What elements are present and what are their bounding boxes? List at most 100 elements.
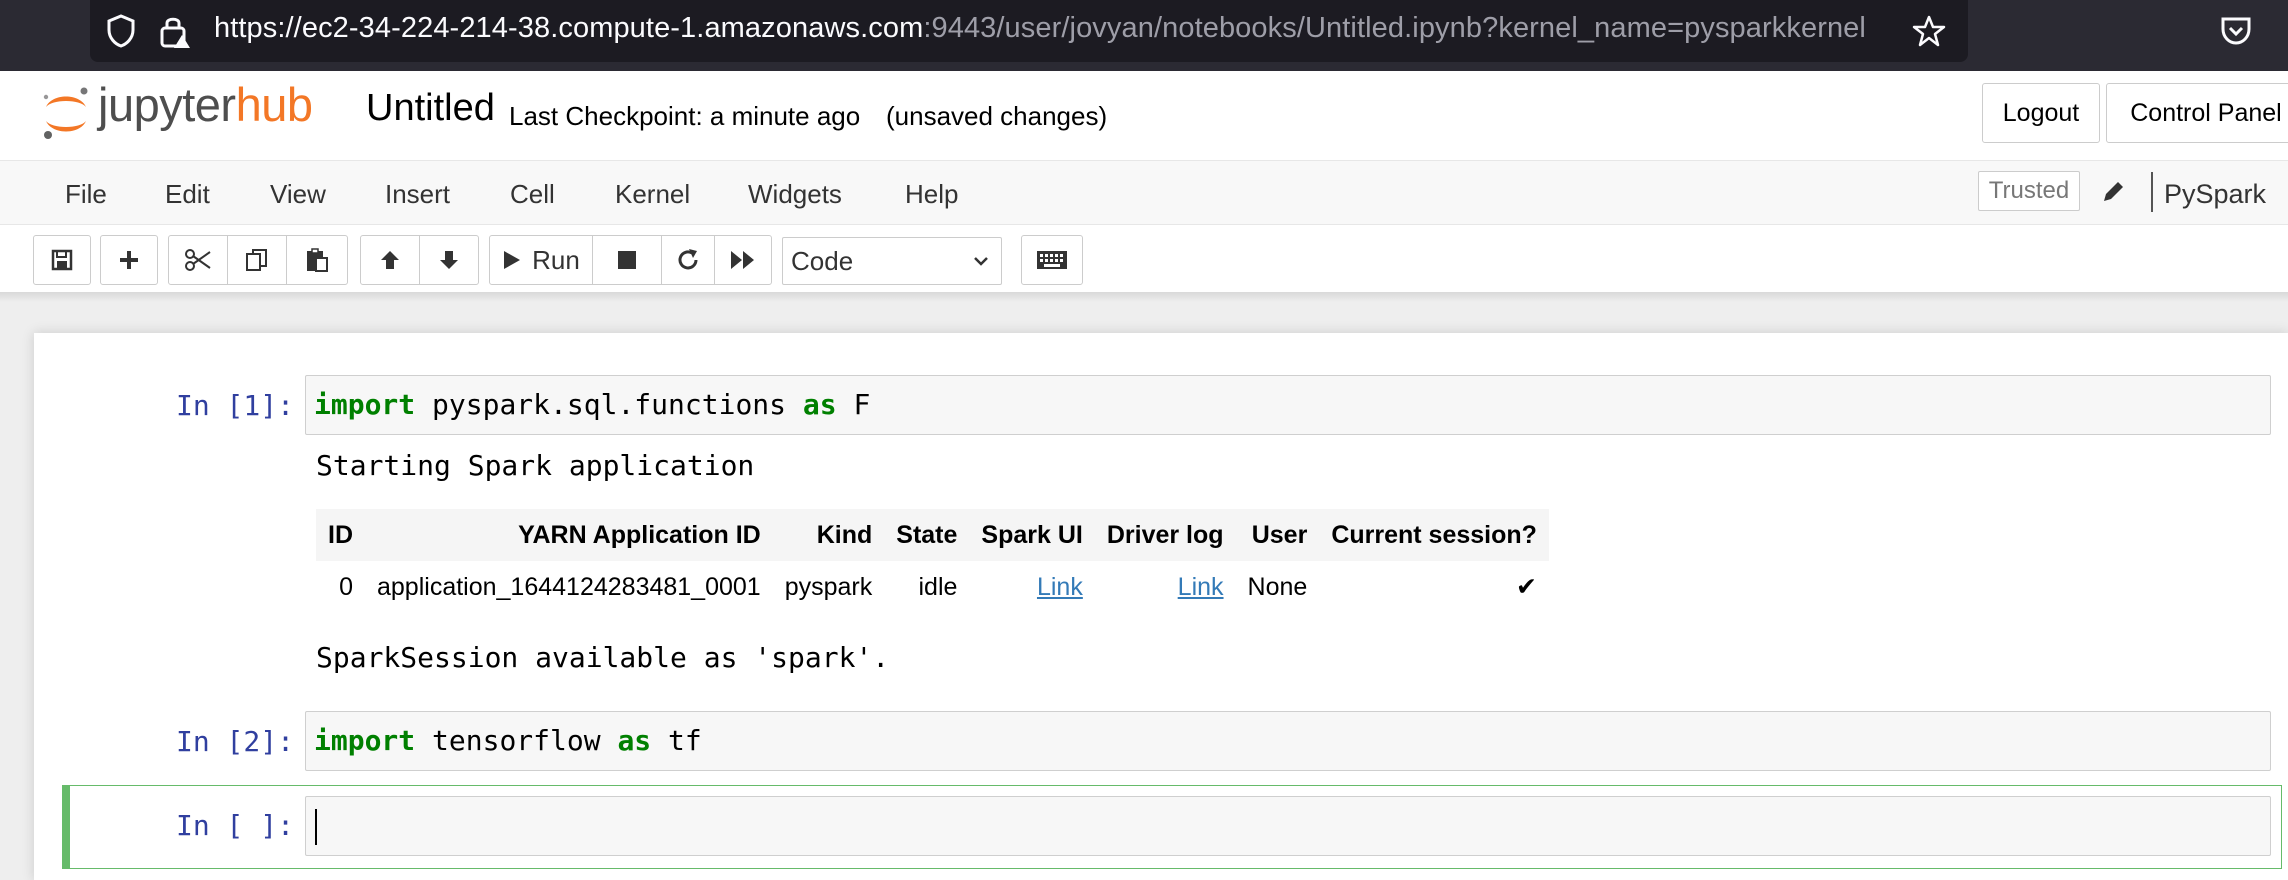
paste-button[interactable] (286, 235, 348, 285)
fast-forward-icon (731, 251, 754, 269)
spark-session-output: SparkSession available as 'spark'. (316, 641, 890, 674)
lock-warning-icon[interactable] (158, 13, 192, 49)
cell-2-prompt: In [2]: (175, 725, 294, 758)
col-yarn-id: YARN Application ID (365, 509, 773, 561)
kernel-name[interactable]: PySpark (2164, 179, 2266, 210)
restart-kernel-button[interactable] (661, 235, 715, 285)
col-state: State (884, 509, 970, 561)
logo-hub-text: hub (235, 78, 313, 131)
cell-type-select[interactable]: Code (782, 237, 1002, 285)
cell-2-input[interactable]: import tensorflow as tf (305, 711, 2271, 771)
logo-jupyter-text: jupyter (98, 78, 236, 131)
play-icon (504, 251, 521, 269)
save-icon (51, 249, 73, 271)
run-button[interactable]: Run (489, 235, 593, 285)
move-down-button[interactable] (419, 235, 479, 285)
plus-icon (120, 251, 138, 269)
jupyterhub-wordmark[interactable]: jupyterhub (98, 77, 313, 132)
copy-icon (246, 249, 267, 271)
notebook-container: In [1]: import pyspark.sql.functions as … (34, 333, 2288, 880)
control-panel-button[interactable]: Control Panel (2106, 83, 2288, 143)
keyword-as: as (617, 724, 652, 757)
menu-file[interactable]: File (65, 179, 107, 210)
interrupt-button[interactable] (592, 235, 662, 285)
menu-view[interactable]: View (270, 179, 326, 210)
cell-user: None (1247, 572, 1308, 601)
col-user: User (1235, 509, 1320, 561)
cell-3-prompt: In [ ]: (175, 809, 294, 842)
url-path: :9443/user/jovyan/notebooks/Untitled.ipy… (923, 12, 1866, 44)
cell-type-value: Code (791, 245, 854, 276)
cell-1-prompt: In [1]: (175, 389, 294, 422)
cell-1-code: import pyspark.sql.functions as F (314, 388, 870, 421)
restart-run-all-button[interactable] (714, 235, 772, 285)
current-session-check: ✔ (1515, 573, 1537, 601)
paste-icon (307, 248, 328, 272)
move-up-button[interactable] (360, 235, 420, 285)
menu-insert[interactable]: Insert (385, 179, 450, 210)
keyword-import: import (314, 388, 416, 421)
spark-start-output: Starting Spark application (316, 449, 755, 482)
chevron-down-icon (974, 257, 988, 266)
browser-toolbar: https://ec2-34-224-214-38.compute-1.amaz… (0, 0, 2288, 71)
keyword-import: import (314, 724, 416, 757)
code-alias: tf (651, 724, 702, 757)
col-driver-log: Driver log (1094, 509, 1236, 561)
restart-icon (678, 249, 698, 270)
menu-help[interactable]: Help (905, 179, 958, 210)
table-header-row: ID YARN Application ID Kind State Spark … (316, 509, 1549, 561)
pocket-icon[interactable] (2220, 16, 2252, 46)
trusted-indicator[interactable]: Trusted (1978, 171, 2080, 211)
code-module: pyspark.sql.functions (415, 388, 803, 421)
cell-1-input[interactable]: import pyspark.sql.functions as F (305, 375, 2271, 435)
cell-state: idle (918, 572, 958, 601)
driver-log-link[interactable]: Link (1178, 573, 1224, 601)
url-text[interactable]: https://ec2-34-224-214-38.compute-1.amaz… (214, 12, 1866, 45)
menu-cell[interactable]: Cell (510, 179, 555, 210)
arrow-up-icon (381, 251, 399, 269)
menu-widgets[interactable]: Widgets (748, 179, 842, 210)
command-palette-button[interactable] (1021, 235, 1083, 285)
jupyter-header: jupyterhub Untitled Last Checkpoint: a m… (0, 71, 2288, 161)
keyboard-icon (1037, 251, 1067, 269)
toolbar-shadow (0, 292, 2288, 302)
copy-button[interactable] (227, 235, 287, 285)
spark-ui-link[interactable]: Link (1037, 573, 1083, 601)
last-checkpoint: Last Checkpoint: a minute ago (509, 101, 861, 131)
menubar: File Edit View Insert Cell Kernel Widget… (0, 161, 2288, 225)
unsaved-changes: (unsaved changes) (886, 101, 1108, 131)
keyword-as: as (802, 388, 837, 421)
stop-icon (618, 251, 636, 269)
cut-button[interactable] (168, 235, 228, 285)
insert-cell-button[interactable] (100, 235, 158, 285)
cell-yarn-id: application_1644124283481_0001 (377, 572, 761, 601)
col-current-session: Current session? (1319, 509, 1549, 561)
menu-kernel[interactable]: Kernel (615, 179, 690, 210)
cell-id: 0 (339, 572, 353, 601)
save-button[interactable] (33, 235, 91, 285)
cell-2-code: import tensorflow as tf (314, 724, 702, 757)
jupyter-logo-icon[interactable] (40, 83, 92, 145)
scissors-icon (185, 249, 211, 271)
text-cursor (315, 809, 317, 845)
cell-3-input[interactable] (305, 796, 2271, 856)
arrow-down-icon (440, 251, 458, 269)
col-spark-ui: Spark UI (969, 509, 1095, 561)
logout-button[interactable]: Logout (1982, 83, 2100, 143)
kernel-separator (2151, 172, 2153, 212)
url-host: https://ec2-34-224-214-38.compute-1.amaz… (214, 12, 924, 44)
bookmark-star-icon[interactable] (1912, 14, 1946, 48)
col-id: ID (316, 509, 365, 561)
notebook-toolbar: Run Code (0, 225, 2288, 293)
edit-pencil-icon[interactable] (2100, 179, 2126, 205)
url-bar[interactable]: https://ec2-34-224-214-38.compute-1.amaz… (90, 0, 1968, 62)
code-alias: F (836, 388, 871, 421)
tracking-protection-shield-icon[interactable] (106, 14, 136, 48)
spark-session-table: ID YARN Application ID Kind State Spark … (316, 509, 1549, 613)
notebook-title[interactable]: Untitled (366, 87, 495, 130)
menu-edit[interactable]: Edit (165, 179, 210, 210)
run-label: Run (532, 244, 580, 275)
table-row: 0 application_1644124283481_0001 pyspark… (316, 561, 1549, 613)
code-module: tensorflow (415, 724, 618, 757)
col-kind: Kind (772, 509, 885, 561)
